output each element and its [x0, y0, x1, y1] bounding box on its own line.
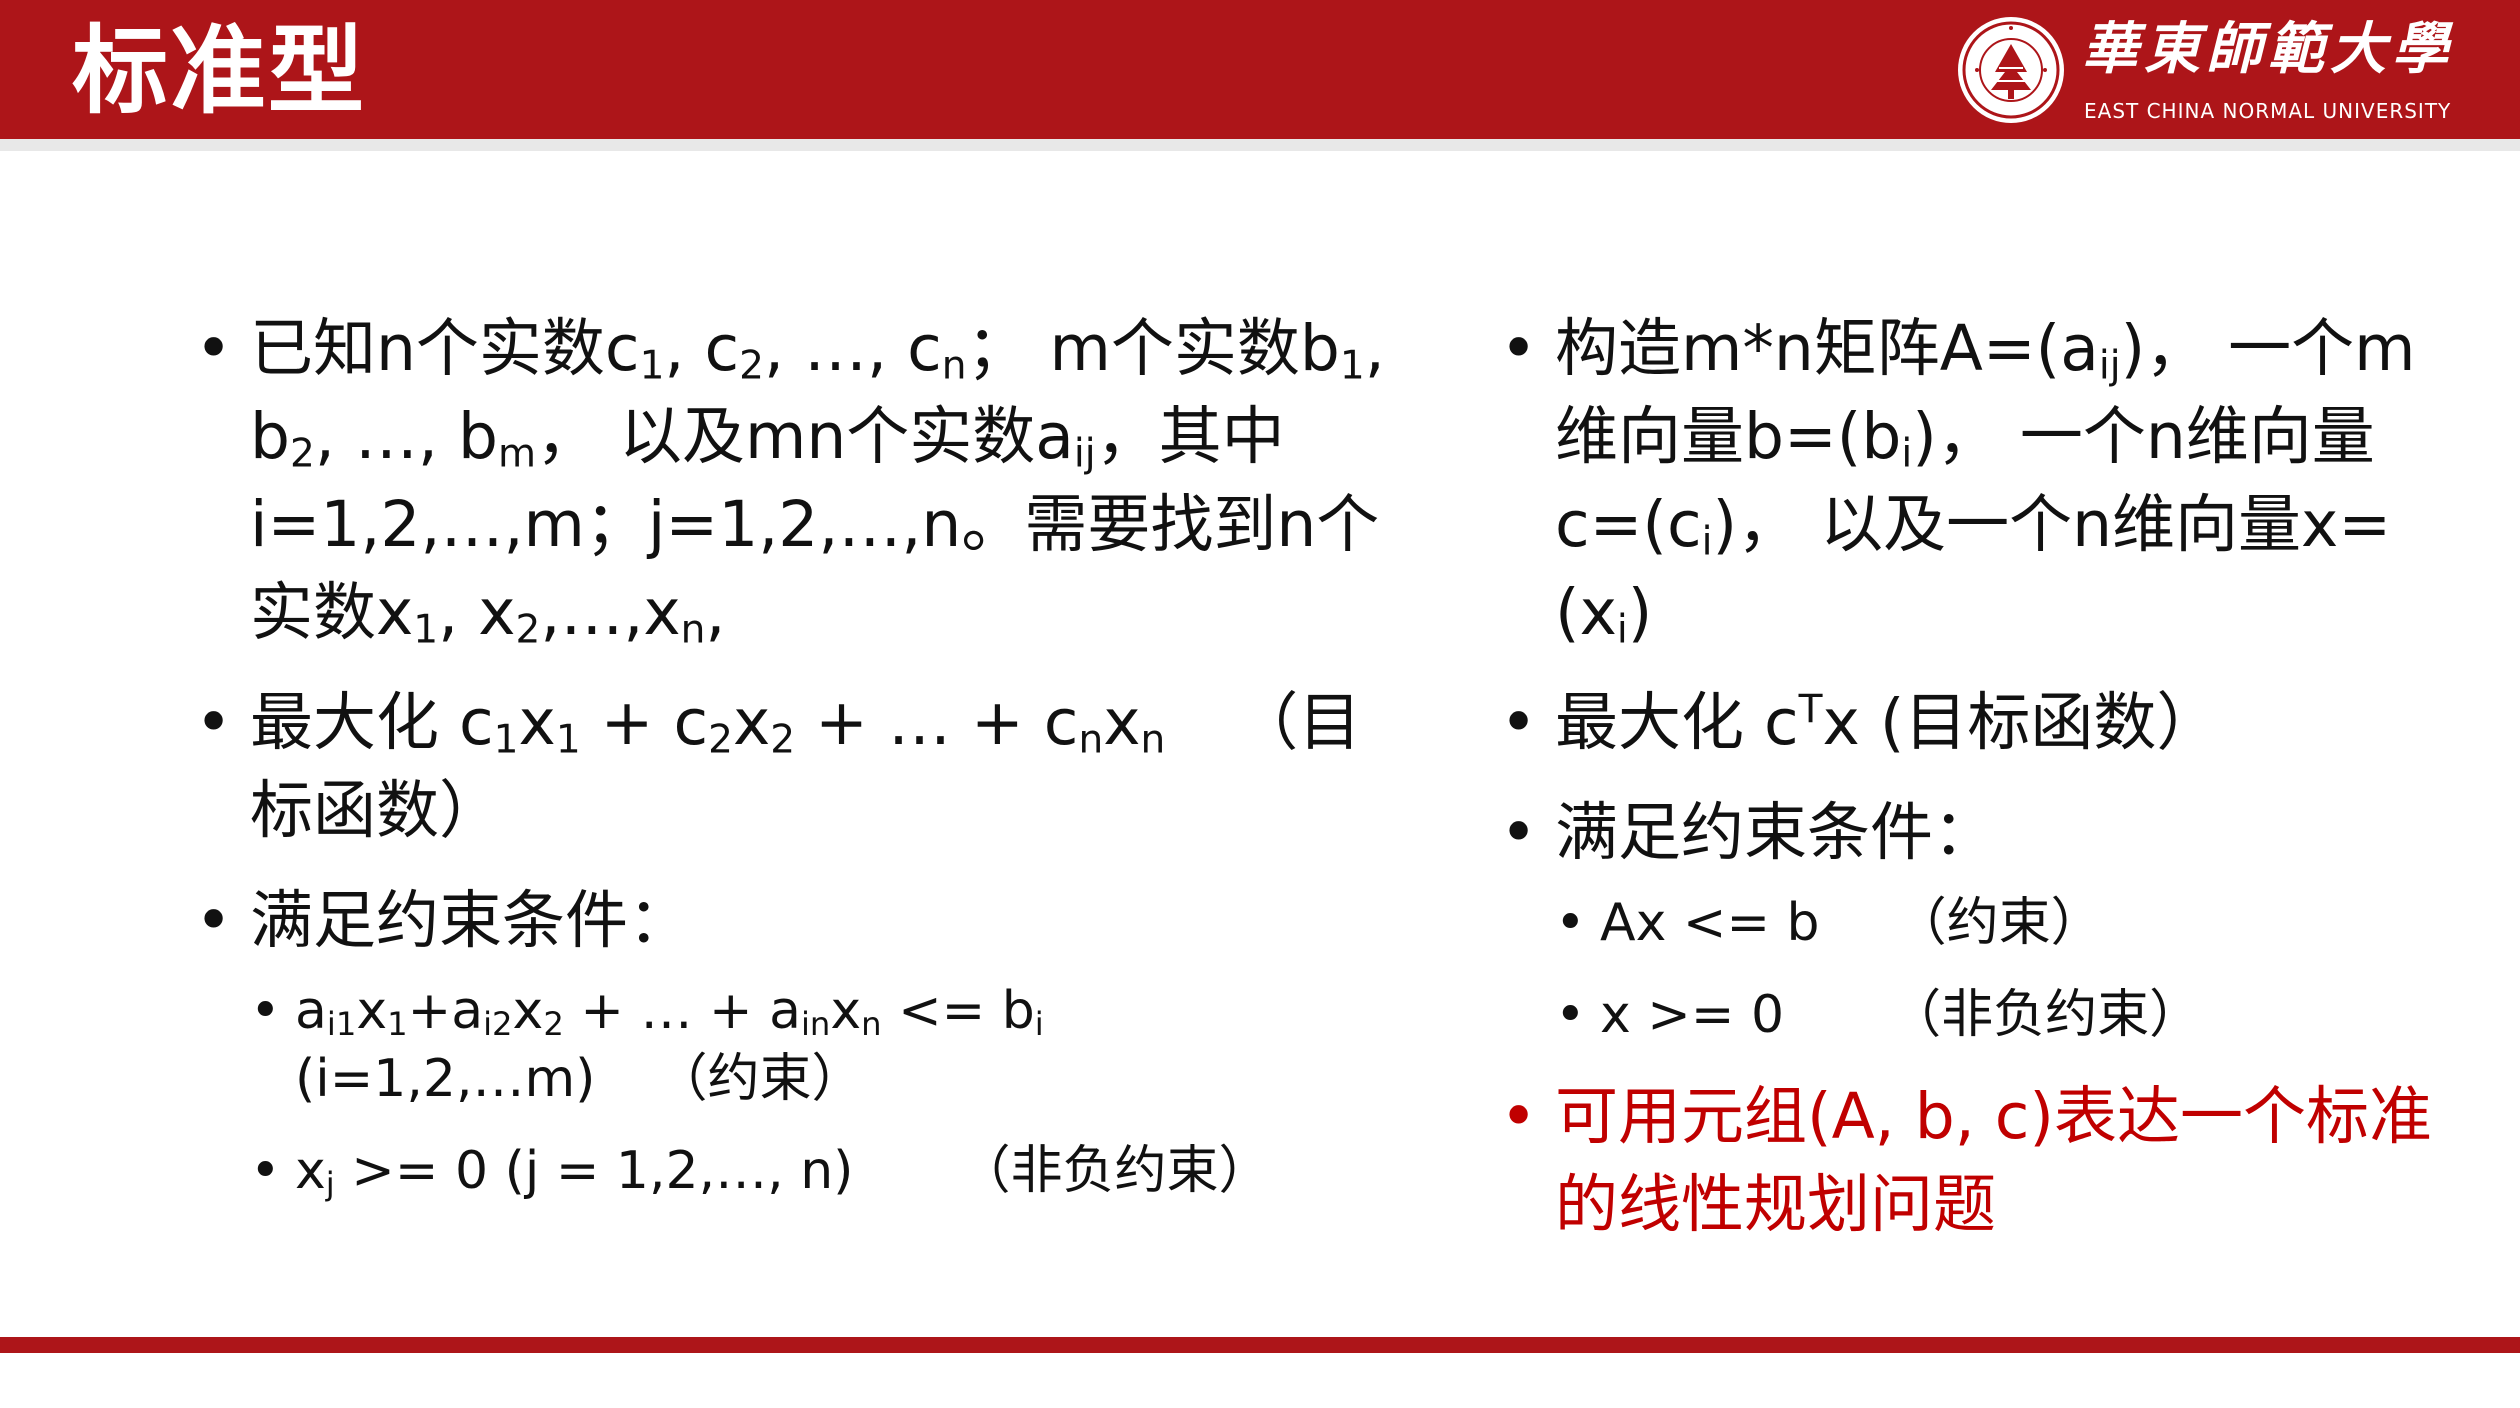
left-bullet-given-numbers: 已知n个实数c1, c2, …, cn； m个实数b1, b2, …, bm， …: [195, 305, 1395, 657]
left-bullet-list: 已知n个实数c1, c2, …, cn； m个实数b1, b2, …, bm， …: [195, 305, 1395, 1205]
left-bullet-constraints: 满足约束条件： ai1x1+ai2x2 + … + ainxn <= bi (i…: [195, 877, 1395, 1205]
right-bullet-constraints: 满足约束条件： Ax <= b（约束） x >= 0（非负约束）: [1500, 789, 2460, 1049]
header-divider: [0, 139, 2520, 151]
right-bullet-objective: 最大化 cTx (目标函数）: [1500, 679, 2460, 767]
left-bullet-objective: 最大化 c1x1 + c2x2 + … + cnxn（目标函数）: [195, 679, 1395, 855]
left-constraint-nonnegative: xj >= 0 (j = 1,2,…, n)（非负约束）: [250, 1137, 1395, 1205]
footer-bar: [0, 1337, 2520, 1353]
left-constraint-list: ai1x1+ai2x2 + … + ainxn <= bi (i=1,2,…m)…: [250, 977, 1395, 1205]
right-constraint-nonnegative: x >= 0（非负约束）: [1555, 981, 2460, 1049]
right-constraint-inequality: Ax <= b（约束）: [1555, 889, 2460, 957]
right-column: 构造m*n矩阵A=(aij)， 一个m维向量b=(bi)， 一个n维向量c=(c…: [1500, 305, 2460, 1271]
right-constraint-list: Ax <= b（约束） x >= 0（非负约束）: [1555, 889, 2460, 1049]
header-bar: 标准型 華東師範大學 EAST CHINA NORMAL UNIVERSITY: [0, 0, 2520, 139]
right-bullet-tuple-note: 可用元组(A, b, c)表达一个标准的线性规划问题: [1500, 1073, 2460, 1249]
right-bullet-matrix-form: 构造m*n矩阵A=(aij)， 一个m维向量b=(bi)， 一个n维向量c=(c…: [1500, 305, 2460, 657]
left-column: 已知n个实数c1, c2, …, cn； m个实数b1, b2, …, bm， …: [195, 305, 1395, 1229]
logo-english-name: EAST CHINA NORMAL UNIVERSITY: [2084, 99, 2452, 123]
page-title: 标准型: [72, 15, 366, 127]
left-constraint-inequality: ai1x1+ai2x2 + … + ainxn <= bi (i=1,2,…m)…: [250, 977, 1395, 1113]
university-seal-icon: [1958, 17, 2064, 123]
logo-chinese-name: 華東師範大學: [2082, 16, 2454, 82]
university-logo: 華東師範大學 EAST CHINA NORMAL UNIVERSITY: [1955, 12, 2450, 130]
right-bullet-list: 构造m*n矩阵A=(aij)， 一个m维向量b=(bi)， 一个n维向量c=(c…: [1500, 305, 2460, 1249]
